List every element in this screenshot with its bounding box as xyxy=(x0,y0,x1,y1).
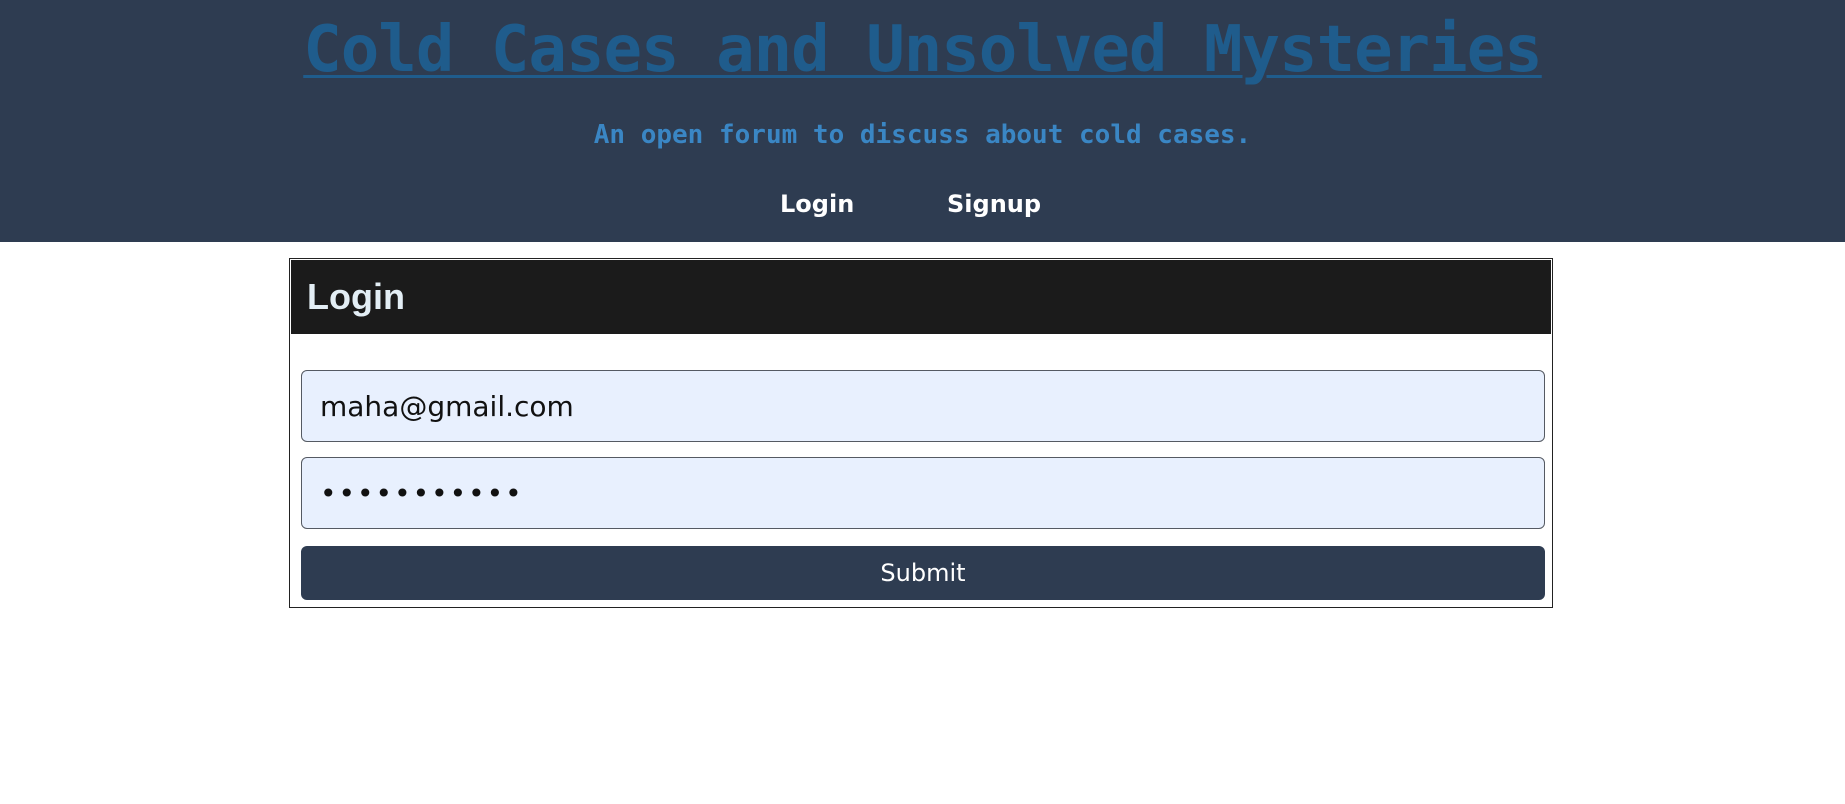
password-field[interactable] xyxy=(301,457,1545,529)
submit-button[interactable]: Submit xyxy=(301,546,1545,600)
email-field[interactable] xyxy=(301,370,1545,442)
site-title-link[interactable]: Cold Cases and Unsolved Mysteries xyxy=(0,0,1845,100)
site-tagline: An open forum to discuss about cold case… xyxy=(593,120,1252,150)
main-nav: Login Signup xyxy=(0,184,1845,224)
site-header: Cold Cases and Unsolved Mysteries An ope… xyxy=(0,0,1845,242)
login-card-header: Login xyxy=(291,260,1551,334)
nav-signup-link[interactable]: Signup xyxy=(947,184,1041,224)
login-card-title: Login xyxy=(307,276,405,317)
nav-login-link[interactable]: Login xyxy=(780,184,854,224)
login-card: Login Submit xyxy=(289,258,1553,608)
